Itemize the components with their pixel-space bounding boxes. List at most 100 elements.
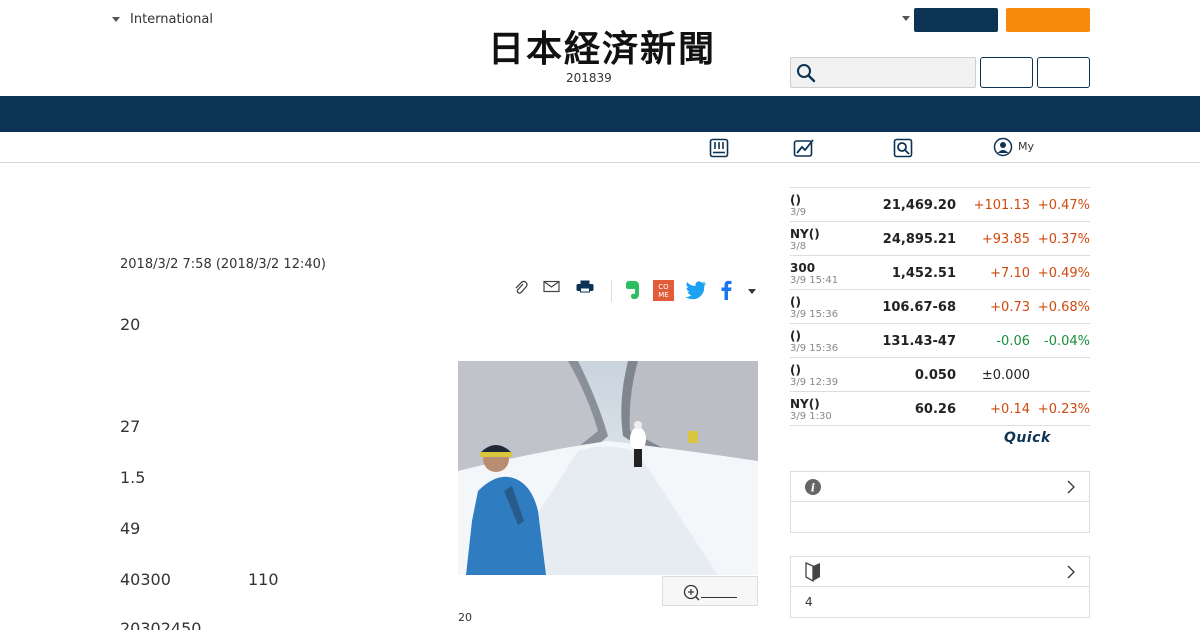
market-change: +101.13 — [973, 198, 1030, 213]
company-search-icon[interactable] — [893, 138, 913, 158]
main-navigation-bar[interactable] — [0, 96, 1200, 132]
article-line-1: 20 — [120, 315, 141, 334]
market-name: () — [790, 329, 801, 343]
chevron-right-icon — [1067, 480, 1075, 494]
photo-caption: 20 — [458, 611, 472, 624]
guide-count: 4 — [805, 595, 813, 609]
market-change: +7.10 — [990, 266, 1030, 281]
market-name: NY() — [790, 397, 820, 411]
market-name: () — [790, 193, 801, 207]
mail-icon[interactable] — [543, 280, 561, 294]
svg-text:i: i — [811, 482, 815, 495]
market-time: 3/9 15:36 — [790, 343, 839, 354]
paper-edition-icon[interactable] — [709, 138, 729, 158]
share-divider — [611, 280, 612, 302]
article-photo[interactable] — [458, 361, 758, 575]
market-value: 0.050 — [914, 368, 956, 383]
sub-navigation: My — [0, 132, 1200, 163]
market-row[interactable]: () 3/9 12:39 0.050 ±0.000 — [790, 358, 1090, 392]
market-name: 300 — [790, 261, 816, 275]
enlarge-photo-button[interactable] — [662, 576, 758, 606]
market-percent: +0.37% — [1037, 232, 1090, 247]
market-time: 3/9 15:41 — [790, 275, 839, 286]
clip-icon[interactable] — [513, 280, 529, 296]
market-change: +93.85 — [981, 232, 1030, 247]
search-input[interactable] — [790, 57, 976, 88]
article-line-5b: 110 — [248, 570, 279, 589]
header-outline-button-1[interactable] — [980, 57, 1033, 88]
info-box-body — [791, 502, 1089, 532]
market-percent: +0.47% — [1037, 198, 1090, 213]
market-percent: +0.68% — [1037, 300, 1090, 315]
market-time: 3/8 — [790, 241, 807, 252]
market-chart-icon[interactable] — [793, 138, 815, 158]
market-row[interactable]: () 3/9 15:36 131.43-47 -0.06 -0.04% — [790, 324, 1090, 358]
market-time: 3/9 12:39 — [790, 377, 839, 388]
edition-label: International — [130, 12, 213, 27]
market-value: 24,895.21 — [882, 232, 956, 247]
market-value: 131.43-47 — [882, 334, 956, 349]
beginner-mark-icon — [805, 562, 820, 582]
user-profile-icon[interactable] — [993, 137, 1013, 157]
article-line-3: 1.5 — [120, 468, 146, 487]
zoom-in-icon — [683, 584, 737, 601]
info-box: i — [790, 471, 1090, 533]
market-data-table: () 3/9 21,469.20 +101.13 +0.47% NY() 3/8… — [790, 187, 1090, 426]
caret-down-icon[interactable] — [902, 16, 910, 21]
article-line-6: 20302450 — [120, 619, 202, 630]
market-percent: +0.23% — [1037, 402, 1090, 417]
snow-scene-image — [458, 361, 758, 575]
market-change: +0.73 — [990, 300, 1030, 315]
share-more-caret-icon[interactable] — [748, 289, 756, 294]
edition-selector[interactable]: International — [112, 12, 213, 27]
market-row[interactable]: NY() 3/8 24,895.21 +93.85 +0.37% — [790, 222, 1090, 256]
market-name: NY() — [790, 227, 820, 241]
subscribe-button[interactable] — [1006, 8, 1090, 32]
edition-date: 201839 — [566, 71, 612, 85]
market-percent: -0.04% — [1044, 334, 1090, 349]
market-name: () — [790, 295, 801, 309]
svg-text:ME: ME — [658, 291, 668, 299]
market-value: 1,452.51 — [891, 266, 956, 281]
my-page-label[interactable]: My — [1018, 140, 1034, 153]
market-row[interactable]: 300 3/9 15:41 1,452.51 +7.10 +0.49% — [790, 256, 1090, 290]
facebook-icon[interactable] — [720, 280, 732, 300]
login-button[interactable] — [914, 8, 998, 32]
market-value: 60.26 — [914, 402, 956, 417]
market-change: +0.14 — [990, 402, 1030, 417]
market-value: 21,469.20 — [882, 198, 956, 213]
market-percent: +0.49% — [1037, 266, 1090, 281]
market-name: () — [790, 363, 801, 377]
guide-box-body: 4 — [791, 587, 1089, 617]
market-time: 3/9 — [790, 207, 807, 218]
article-timestamp: 2018/3/2 7:58 (2018/3/2 12:40) — [120, 257, 326, 272]
masthead-text: 日本経済新聞 — [488, 28, 716, 68]
market-row[interactable]: NY() 3/9 1:30 60.26 +0.14 +0.23% — [790, 392, 1090, 426]
market-value: 106.67-68 — [882, 300, 956, 315]
evernote-icon[interactable] — [623, 280, 641, 300]
print-icon[interactable] — [576, 280, 594, 294]
market-change: -0.06 — [996, 334, 1030, 349]
guide-box-header[interactable] — [791, 557, 1089, 587]
site-header: International 日本経済新聞 201839 — [0, 0, 1200, 96]
masthead-logo[interactable]: 日本経済新聞 — [452, 28, 752, 68]
caret-down-icon — [112, 17, 120, 22]
article-line-2: 27 — [120, 417, 141, 436]
market-time: 3/9 15:36 — [790, 309, 839, 320]
market-change: ±0.000 — [981, 368, 1030, 383]
guide-box: 4 — [790, 556, 1090, 618]
svg-text:CO: CO — [658, 283, 669, 291]
chevron-right-icon — [1067, 565, 1075, 579]
comment-icon[interactable]: CO ME — [653, 280, 674, 301]
info-box-header[interactable]: i — [791, 472, 1089, 502]
twitter-icon[interactable] — [685, 280, 707, 300]
header-outline-button-2[interactable] — [1037, 57, 1090, 88]
search-icon — [797, 64, 816, 83]
market-row[interactable]: () 3/9 15:36 106.67-68 +0.73 +0.68% — [790, 290, 1090, 324]
article-line-4: 49 — [120, 519, 141, 538]
market-time: 3/9 1:30 — [790, 411, 832, 422]
info-icon: i — [805, 479, 821, 495]
quick-logo[interactable]: Quick — [1004, 430, 1051, 446]
market-row[interactable]: () 3/9 21,469.20 +101.13 +0.47% — [790, 188, 1090, 222]
article-line-5: 40300 — [120, 570, 171, 589]
